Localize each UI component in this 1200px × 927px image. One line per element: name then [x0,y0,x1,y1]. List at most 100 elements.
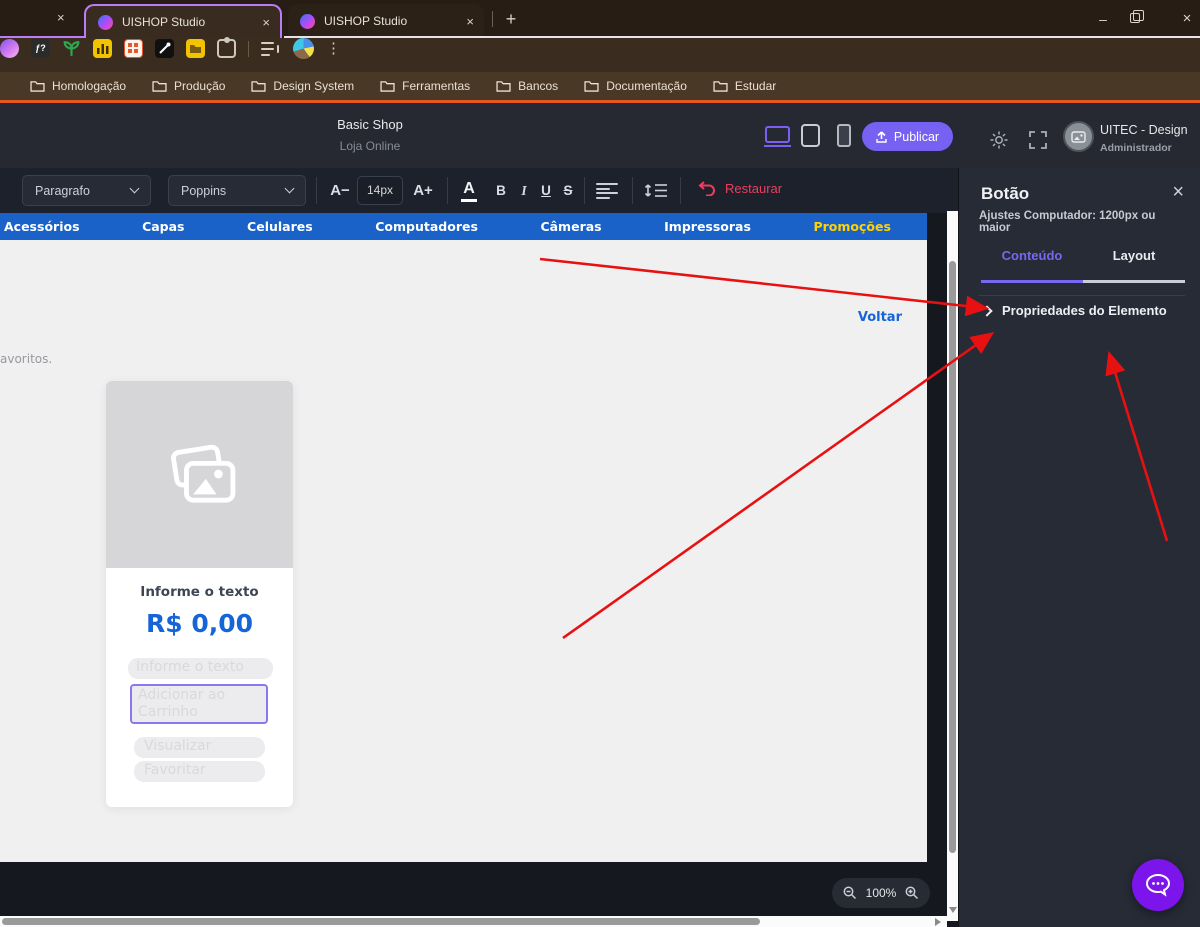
extension-chart-icon[interactable] [93,39,112,58]
line-height-icon[interactable] [644,181,668,205]
strikethrough-button[interactable]: S [557,175,579,206]
extension-folder-icon[interactable] [186,39,205,58]
tab-layout[interactable]: Layout [1083,248,1185,263]
product-price[interactable]: R$ 0,00 [106,609,293,638]
font-color-button[interactable]: A [455,175,483,206]
text-align-icon[interactable] [596,183,618,201]
nav-cameras[interactable]: Câmeras [540,219,601,234]
user-role: Administrador [1100,142,1172,154]
new-tab-button[interactable]: + [498,6,524,32]
nav-computadores[interactable]: Computadores [375,219,478,234]
extensions-puzzle-icon[interactable] [217,37,236,58]
scroll-down-arrow-icon[interactable] [949,907,957,913]
tab-underline [981,280,1185,283]
extension-fonts-icon[interactable]: ƒ? [31,39,50,58]
mobile-view-button[interactable] [837,124,851,147]
canvas-zoom-control: 100% [832,878,930,908]
reading-list-icon[interactable] [261,41,281,57]
bookmark-homologacao[interactable]: Homologação [30,79,126,93]
user-avatar[interactable] [1063,121,1094,152]
placeholder-text-button[interactable]: Informe o texto [128,658,273,679]
bookmark-bancos[interactable]: Bancos [496,79,558,93]
undo-icon [698,181,715,196]
extension-gradient-icon[interactable] [0,39,19,58]
extension-sprout-icon[interactable] [62,39,81,58]
text-editor-toolbar: Paragrafo Poppins A− 14px A+ A B I U S R… [0,168,958,213]
browser-profile-avatar[interactable] [293,38,314,59]
desktop-view-button[interactable] [764,126,791,147]
vertical-scrollbar[interactable] [947,211,958,921]
vertical-scrollbar-thumb[interactable] [949,261,956,853]
element-properties-section[interactable]: Propriedades do Elemento [981,303,1167,318]
product-title[interactable]: Informe o texto [106,584,293,600]
paragraph-style-select[interactable]: Paragrafo [22,175,151,206]
font-size-input[interactable]: 14px [357,176,403,205]
back-link[interactable]: Voltar [858,310,902,325]
shop-navbar: Acessórios Capas Celulares Computadores … [0,213,927,240]
theme-toggle-icon[interactable] [988,129,1010,151]
restore-button[interactable]: Restaurar [698,180,782,196]
photos-icon [170,444,235,503]
browser-window: × UISHOP Studio × UISHOP Studio × + – × … [0,0,1200,927]
chat-bubble-icon [1145,873,1171,897]
nav-impressoras[interactable]: Impressoras [664,219,751,234]
window-close-button[interactable]: × [1172,8,1200,30]
bookmark-documentacao[interactable]: Documentação [584,79,687,93]
product-card[interactable]: Informe o texto R$ 0,00 Informe o texto … [106,381,293,807]
tab-close-icon[interactable]: × [466,15,474,28]
toolbar-separator [316,177,317,204]
panel-divider [979,295,1185,296]
font-color-swatch [461,198,477,202]
product-image-placeholder[interactable] [106,381,293,568]
horizontal-scrollbar-thumb[interactable] [2,918,760,925]
app-header: Basic Shop Loja Online Publicar UITEC - … [0,103,1200,168]
publish-label: Publicar [893,129,940,144]
nav-celulares[interactable]: Celulares [247,219,313,234]
zoom-in-icon[interactable] [905,886,919,900]
bookmark-producao[interactable]: Produção [152,79,225,93]
bookmark-design-system[interactable]: Design System [251,79,354,93]
shop-type: Loja Online [339,139,401,153]
tab-separator [492,11,493,27]
window-minimize-button[interactable]: – [1088,8,1118,30]
decrease-font-button[interactable]: A− [324,175,356,206]
favorite-button[interactable]: Favoritar [134,761,265,782]
tab-uishop-studio[interactable]: UISHOP Studio × [288,4,484,38]
font-family-select[interactable]: Poppins [168,175,306,206]
browser-menu-icon[interactable]: ⋮ [326,39,341,58]
underline-button[interactable]: U [535,175,557,206]
panel-subtitle: Ajustes Computador: 1200px ou maior [979,210,1156,234]
tablet-view-button[interactable] [801,124,820,147]
design-canvas: Acessórios Capas Celulares Computadores … [0,213,927,862]
nav-capas[interactable]: Capas [142,219,184,234]
panel-title: Botão [981,184,1030,203]
view-button[interactable]: Visualizar [134,737,265,758]
extension-row: ƒ? ⋮ [0,37,1200,59]
nav-acessorios[interactable]: Acessórios [4,219,80,234]
bookmark-ferramentas[interactable]: Ferramentas [380,79,470,93]
clipped-favorites-text: avoritos. [0,352,53,366]
italic-button[interactable]: I [513,175,535,206]
window-restore-button[interactable] [1130,10,1144,23]
panel-close-icon[interactable]: × [1172,182,1184,202]
user-name: UITEC - Design [1100,123,1188,137]
shop-info: Basic Shop Loja Online [300,117,440,153]
bookmark-estudar[interactable]: Estudar [713,79,776,93]
tab-uishop-studio-active[interactable]: UISHOP Studio × [84,4,282,38]
extension-grid-icon[interactable] [124,39,143,58]
chevron-down-icon [284,183,295,194]
chat-fab-button[interactable] [1132,859,1184,911]
increase-font-button[interactable]: A+ [406,175,440,206]
bold-button[interactable]: B [490,175,512,206]
partial-tab-close-icon[interactable]: × [57,11,65,24]
extension-eyedropper-icon[interactable] [155,39,174,58]
tab-conteudo[interactable]: Conteúdo [981,248,1083,263]
horizontal-scrollbar[interactable] [0,916,947,927]
zoom-out-icon[interactable] [843,886,857,900]
scroll-right-arrow-icon[interactable] [935,918,941,926]
publish-button[interactable]: Publicar [862,122,953,151]
nav-promocoes[interactable]: Promoções [813,219,890,234]
add-to-cart-button-selected[interactable]: Adicionar ao Carrinho [130,684,268,724]
tab-close-icon[interactable]: × [262,16,270,29]
fullscreen-icon[interactable] [1027,129,1049,151]
